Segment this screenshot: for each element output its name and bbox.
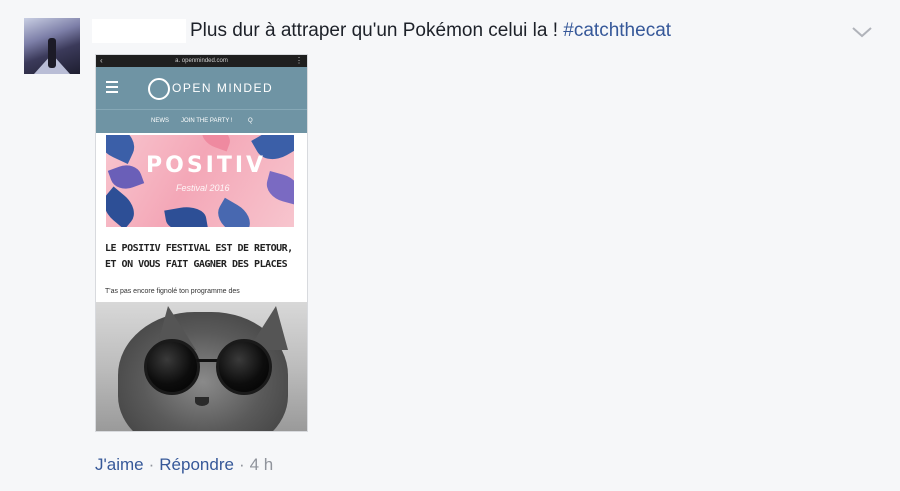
chevron-down-icon[interactable]	[850, 22, 874, 42]
timestamp[interactable]: 4 h	[250, 455, 274, 474]
banner-title: POSITIV	[146, 153, 267, 178]
comment-text: Plus dur à attraper qu'un Pokémon celui …	[190, 19, 671, 43]
nav-item-join: JOIN THE PARTY !	[181, 118, 233, 124]
nav-item-news: NEWS	[151, 118, 169, 124]
menu-icon	[106, 81, 118, 93]
commenter-name-redacted[interactable]	[92, 19, 186, 43]
reply-link[interactable]: Répondre	[159, 455, 234, 474]
article-excerpt: T'as pas encore fignolé ton programme de…	[105, 288, 240, 295]
cat-nose	[195, 397, 209, 406]
article-headline: LE POSITIV FESTIVAL EST DE RETOUR, ET ON…	[105, 243, 293, 270]
attachment-screenshot[interactable]: ‹ a. openminded.com ⋮ OPEN MINDED NEWS J…	[95, 54, 308, 432]
comment-actions: J'aime · Répondre · 4 h	[95, 455, 273, 475]
avatar[interactable]	[24, 18, 80, 74]
logo-icon	[148, 78, 170, 100]
url-text: a. openminded.com	[175, 58, 228, 64]
comment-body: Plus dur à attraper qu'un Pokémon celui …	[190, 20, 564, 41]
separator: ·	[238, 455, 245, 474]
site-nav: NEWS JOIN THE PARTY ! Q	[96, 109, 307, 133]
sunglasses-lens-right	[216, 339, 272, 395]
search-icon: Q	[248, 118, 253, 124]
sunglasses-bridge	[196, 359, 218, 362]
banner-subtitle: Festival 2016	[176, 183, 230, 193]
festival-banner: POSITIV Festival 2016	[106, 135, 294, 227]
avatar-figure-shape	[48, 38, 56, 68]
separator: ·	[148, 455, 155, 474]
url-bar: ‹ a. openminded.com ⋮	[96, 55, 307, 67]
back-icon: ‹	[100, 56, 103, 65]
sunglasses-lens-left	[144, 339, 200, 395]
hashtag-link[interactable]: #catchthecat	[563, 20, 671, 41]
more-icon: ⋮	[295, 56, 303, 65]
site-header: OPEN MINDED	[96, 67, 307, 109]
cat-photo	[96, 302, 307, 431]
like-link[interactable]: J'aime	[95, 455, 144, 474]
site-name: OPEN MINDED	[172, 81, 274, 95]
